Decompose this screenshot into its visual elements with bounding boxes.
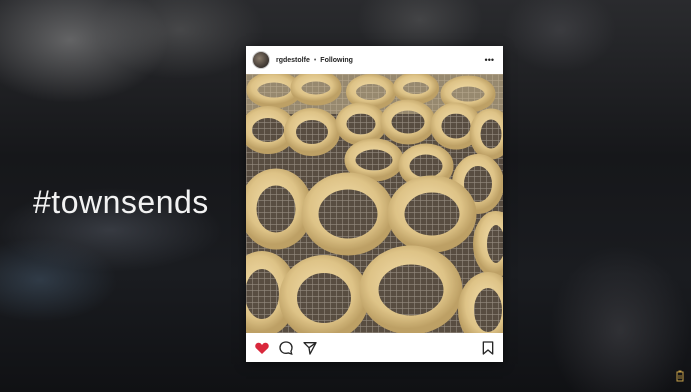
avatar[interactable] bbox=[252, 51, 270, 69]
post-header: rgdestolfe • Following ••• bbox=[246, 46, 503, 74]
comment-icon[interactable] bbox=[278, 340, 294, 356]
post-photo bbox=[246, 74, 503, 333]
post-username[interactable]: rgdestolfe bbox=[276, 57, 310, 64]
instagram-post-card: rgdestolfe • Following ••• bbox=[246, 46, 503, 362]
heart-icon[interactable] bbox=[254, 340, 270, 356]
follow-status[interactable]: Following bbox=[320, 57, 353, 64]
share-icon[interactable] bbox=[302, 340, 318, 356]
video-frame: #townsends rgdestolfe • Following ••• bbox=[0, 0, 691, 392]
more-dots-icon[interactable]: ••• bbox=[485, 56, 494, 65]
separator-dot: • bbox=[313, 56, 317, 64]
hashtag-caption: #townsends bbox=[33, 184, 209, 220]
post-actions-bar bbox=[246, 333, 503, 362]
bookmark-icon[interactable] bbox=[480, 340, 496, 356]
channel-watermark-icon bbox=[676, 370, 684, 382]
